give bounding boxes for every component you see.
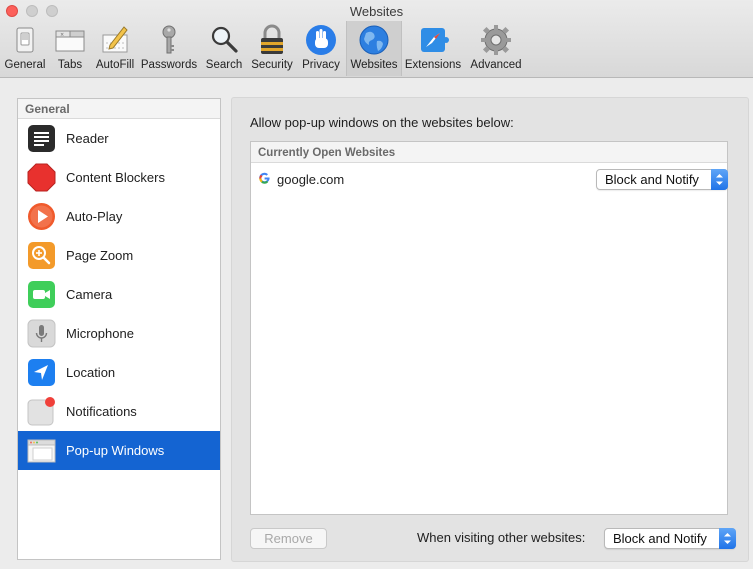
title-bar: Websites General × Tabs AutoFill Passwor… (0, 0, 753, 78)
toolbar-extensions[interactable]: Extensions (404, 21, 462, 76)
sidebar-item-notifications[interactable]: Notifications (18, 392, 220, 431)
reader-icon (28, 125, 55, 152)
sidebar-item-page-zoom[interactable]: Page Zoom (18, 236, 220, 275)
microphone-icon (27, 319, 56, 348)
key-icon (162, 25, 176, 54)
general-switch-icon (16, 27, 34, 53)
other-websites-label: When visiting other websites: (417, 530, 586, 545)
settings-sidebar: General Reader Content Blockers Auto-Pla… (17, 98, 221, 560)
popup-window-icon (27, 439, 56, 463)
site-setting-select[interactable]: Block and Notify (596, 169, 728, 190)
padlock-icon (261, 24, 283, 54)
toolbar-privacy[interactable]: Privacy (298, 21, 344, 76)
stop-sign-icon (27, 163, 56, 192)
table-header: Currently Open Websites (251, 142, 727, 163)
popup-settings-panel: Allow pop-up windows on the websites bel… (231, 97, 749, 562)
puzzle-compass-icon (421, 28, 449, 52)
chevron-updown-icon (719, 528, 736, 549)
magnifier-icon (211, 26, 238, 53)
sidebar-item-camera[interactable]: Camera (18, 275, 220, 314)
window-title: Websites (349, 4, 404, 19)
websites-table: Currently Open Websites google.com Block… (250, 141, 728, 515)
site-setting-value: Block and Notify (605, 172, 699, 187)
sidebar-item-pop-up-windows[interactable]: Pop-up Windows (18, 431, 220, 470)
toolbar-security[interactable]: Security (248, 21, 296, 76)
svg-text:×: × (60, 32, 64, 38)
gear-icon (481, 25, 511, 55)
hand-icon (306, 25, 336, 55)
site-name: google.com (277, 172, 345, 187)
notifications-icon (27, 397, 55, 426)
other-websites-select[interactable]: Block and Notify (604, 528, 736, 549)
table-row[interactable]: google.com Block and Notify (251, 163, 728, 196)
toolbar-passwords[interactable]: Passwords (140, 21, 198, 76)
location-arrow-icon (28, 359, 55, 386)
sidebar-item-reader[interactable]: Reader (18, 119, 220, 158)
toolbar-advanced[interactable]: Advanced (466, 21, 526, 76)
zoom-icon (28, 242, 55, 269)
toolbar-search[interactable]: Search (202, 21, 246, 76)
remove-button[interactable]: Remove (250, 528, 327, 549)
toolbar-websites[interactable]: Websites (346, 21, 402, 76)
sidebar-item-content-blockers[interactable]: Content Blockers (18, 158, 220, 197)
toolbar-autofill[interactable]: AutoFill (92, 21, 138, 76)
tabs-icon: × (55, 30, 85, 52)
sidebar-item-location[interactable]: Location (18, 353, 220, 392)
sidebar-item-auto-play[interactable]: Auto-Play (18, 197, 220, 236)
camera-icon (28, 281, 55, 308)
other-websites-value: Block and Notify (613, 531, 707, 546)
toolbar-tabs[interactable]: × Tabs (50, 21, 90, 76)
sidebar-header: General (18, 99, 220, 119)
panel-description: Allow pop-up windows on the websites bel… (250, 115, 514, 130)
globe-icon (359, 25, 389, 55)
chevron-updown-icon (711, 169, 728, 190)
autofill-pencil-icon (102, 26, 128, 53)
toolbar-general[interactable]: General (2, 21, 48, 76)
google-g-icon (259, 172, 270, 184)
play-icon (28, 203, 55, 230)
sidebar-item-microphone[interactable]: Microphone (18, 314, 220, 353)
